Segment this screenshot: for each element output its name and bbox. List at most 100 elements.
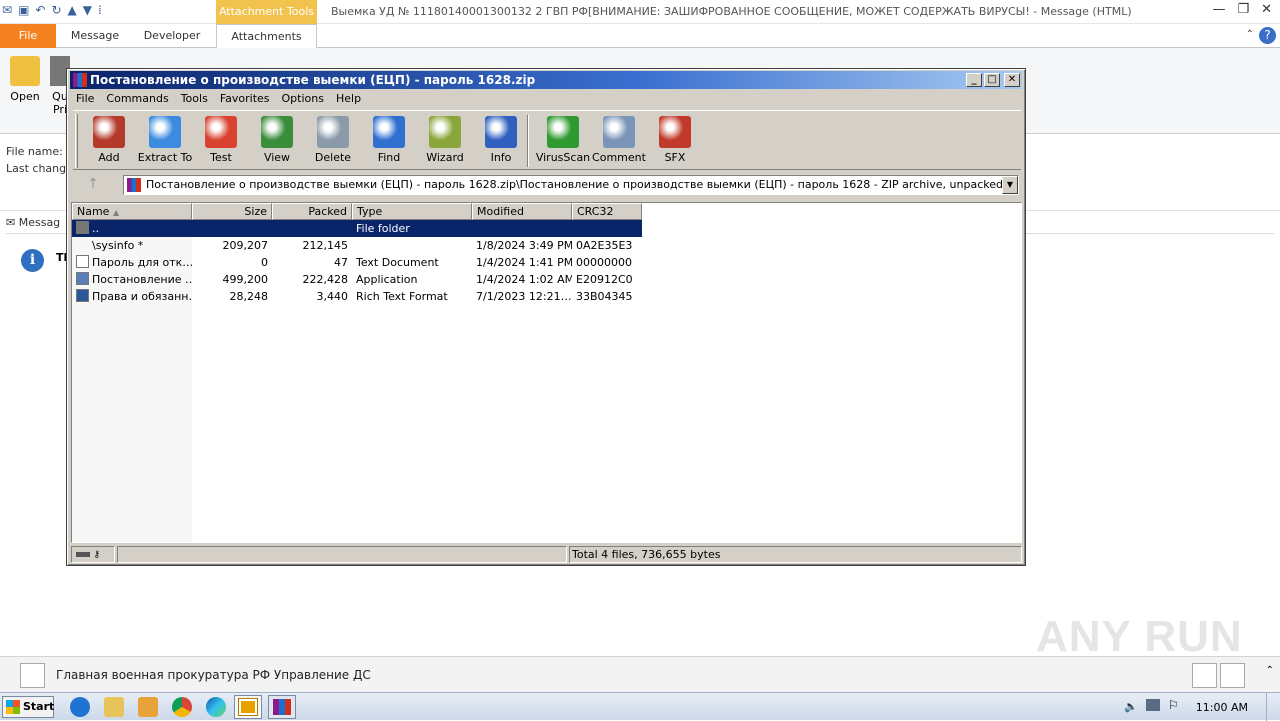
close-icon[interactable]: ✕ xyxy=(1261,2,1272,17)
volume-icon[interactable]: 🔈 xyxy=(1124,700,1138,713)
folder-open-icon xyxy=(10,56,40,86)
file-type xyxy=(352,237,472,254)
table-row[interactable]: Постановление … 499,200 222,428 Application… xyxy=(72,271,642,288)
toolbar-button-test[interactable]: Test xyxy=(193,116,249,164)
archive-path-text: Постановление о производстве выемки (ЕЦП… xyxy=(146,178,1019,191)
winrar-toolbar: Add Extract To Test View Delete Find Wizard Inf… xyxy=(73,110,1021,170)
table-row[interactable]: \sysinfo * 209,207 212,145 1/8/2024 3:49 PM… xyxy=(72,237,642,254)
column-header-type[interactable]: Type xyxy=(352,203,472,220)
toolbar-button-add[interactable]: Add xyxy=(81,116,137,164)
customize-qat-icon[interactable]: ⁞ xyxy=(98,3,102,17)
file-crc32: 00000000 xyxy=(576,256,632,269)
column-header-size[interactable]: Size xyxy=(192,203,272,220)
collapse-ribbon-icon[interactable]: ⌃ xyxy=(1246,29,1254,40)
toolbar-button-info[interactable]: Info xyxy=(473,116,529,164)
column-header-crc32[interactable]: CRC32 xyxy=(572,203,642,220)
help-icon[interactable]: ? xyxy=(1259,27,1276,44)
toolbar-button-view[interactable]: View xyxy=(249,116,305,164)
toolbar-grip[interactable] xyxy=(75,114,78,168)
taskbar: Start 🔈 ⚐ 11:00 AM xyxy=(0,692,1280,721)
expand-people-pane-icon[interactable]: ⌃ xyxy=(1266,665,1274,676)
rtf-file-icon xyxy=(76,289,89,302)
table-row[interactable]: .. File folder xyxy=(72,220,642,237)
status-selection xyxy=(117,546,567,563)
clock[interactable]: 11:00 AM xyxy=(1196,701,1248,714)
tab-file[interactable]: File xyxy=(0,24,56,48)
zip-archive-icon xyxy=(127,178,141,192)
outlook-window-controls: — ❐ ✕ xyxy=(1212,2,1272,17)
table-row[interactable]: Права и обязанн… 28,248 3,440 Rich Text For… xyxy=(72,288,642,305)
close-button[interactable]: ✕ xyxy=(1004,73,1020,87)
edge-icon[interactable] xyxy=(206,697,226,717)
chrome-icon[interactable] xyxy=(172,697,192,717)
restore-icon[interactable]: ❐ xyxy=(1237,2,1249,17)
column-header-modified[interactable]: Modified xyxy=(472,203,572,220)
menu-favorites[interactable]: Favorites xyxy=(214,90,276,108)
toolbar-button-wizard[interactable]: Wizard xyxy=(417,116,473,164)
menu-file[interactable]: File xyxy=(70,90,100,108)
toolbar-button-virusscan[interactable]: VirusScan xyxy=(535,116,591,164)
toolbar-button-comment[interactable]: Comment xyxy=(591,116,647,164)
minimize-button[interactable]: _ xyxy=(966,73,982,87)
down-arrow-icon[interactable]: ▼ xyxy=(83,3,92,17)
menu-tools[interactable]: Tools xyxy=(175,90,214,108)
winrar-titlebar: Постановление о производстве выемки (ЕЦП… xyxy=(70,71,1022,89)
folder-up-icon xyxy=(76,221,89,234)
toolbar-label: View xyxy=(263,151,291,164)
system-tray: 🔈 ⚐ 11:00 AM xyxy=(1120,693,1280,721)
tab-attachments[interactable]: Attachments xyxy=(216,24,317,49)
open-button[interactable]: Open xyxy=(8,56,42,103)
show-desktop-button[interactable] xyxy=(1266,693,1278,721)
avatar xyxy=(20,663,45,688)
save-icon[interactable]: ▣ xyxy=(18,3,29,17)
start-button[interactable]: Start xyxy=(2,696,54,718)
contact-avatar-icon[interactable] xyxy=(1192,663,1217,688)
toolbar-button-sfx[interactable]: SFX xyxy=(647,116,703,164)
toolbar-label: SFX xyxy=(664,151,686,164)
toolbar-button-delete[interactable]: Delete xyxy=(305,116,361,164)
undo-icon[interactable]: ↶ xyxy=(35,3,45,17)
column-header-packed[interactable]: Packed xyxy=(272,203,352,220)
column-header-name[interactable]: Name ▲ xyxy=(72,203,192,220)
file-size: 499,200 xyxy=(222,273,269,286)
file-size: 0 xyxy=(261,256,268,269)
media-player-icon[interactable] xyxy=(138,697,158,717)
file-list-header: Name ▲ Size Packed Type Modified CRC32 xyxy=(72,203,642,220)
message-tab[interactable]: Messag xyxy=(19,216,60,229)
outlook-ribbon-tabs: File Message Developer Attachments ⌃ ? xyxy=(0,24,1280,49)
toolbar-button-find[interactable]: Find xyxy=(361,116,417,164)
network-icon[interactable] xyxy=(1146,699,1160,711)
exe-file-icon xyxy=(76,272,89,285)
file-list: Name ▲ Size Packed Type Modified CRC32 .… xyxy=(71,202,1022,543)
file-crc32: 0A2E35E3 xyxy=(576,239,633,252)
path-dropdown-button[interactable]: ▼ xyxy=(1002,176,1018,194)
tab-message[interactable]: Message xyxy=(60,24,130,48)
menu-help[interactable]: Help xyxy=(330,90,367,108)
outlook-icon xyxy=(238,698,258,716)
minimize-icon[interactable]: — xyxy=(1212,2,1225,17)
attachment-tools-context-tab: Attachment Tools xyxy=(216,0,317,24)
tab-developer[interactable]: Developer xyxy=(136,24,208,48)
internet-explorer-icon[interactable] xyxy=(70,697,90,717)
book-view-icon xyxy=(261,116,293,148)
envelope-icon: ✉ xyxy=(6,216,16,229)
table-row[interactable]: Пароль для отк… 0 47 Text Document 1/4/2024 … xyxy=(72,254,642,271)
up-arrow-icon[interactable]: ▲ xyxy=(68,3,77,17)
contact-avatar-icon[interactable] xyxy=(1220,663,1245,688)
winrar-taskbar-button[interactable] xyxy=(268,695,296,719)
redo-icon[interactable]: ↻ xyxy=(51,3,61,17)
menu-options[interactable]: Options xyxy=(276,90,330,108)
maximize-button[interactable]: □ xyxy=(984,73,1000,87)
toolbar-button-extract-to[interactable]: Extract To xyxy=(137,116,193,164)
file-explorer-icon[interactable] xyxy=(104,697,124,717)
winrar-title: Постановление о производстве выемки (ЕЦП… xyxy=(90,73,536,87)
mail-icon[interactable]: ✉ xyxy=(2,3,12,17)
sort-ascending-icon: ▲ xyxy=(112,208,120,217)
file-packed: 222,428 xyxy=(302,273,349,286)
outlook-titlebar: ✉ ▣ ↶ ↻ ▲ ▼ ⁞ Attachment Tools Выемка УД… xyxy=(0,0,1280,24)
up-folder-button[interactable]: ↑ xyxy=(75,176,111,194)
outlook-taskbar-button[interactable] xyxy=(234,695,262,719)
menu-commands[interactable]: Commands xyxy=(100,90,174,108)
archive-path-field[interactable]: Постановление о производстве выемки (ЕЦП… xyxy=(123,175,1019,195)
action-center-flag-icon[interactable]: ⚐ xyxy=(1168,698,1179,712)
